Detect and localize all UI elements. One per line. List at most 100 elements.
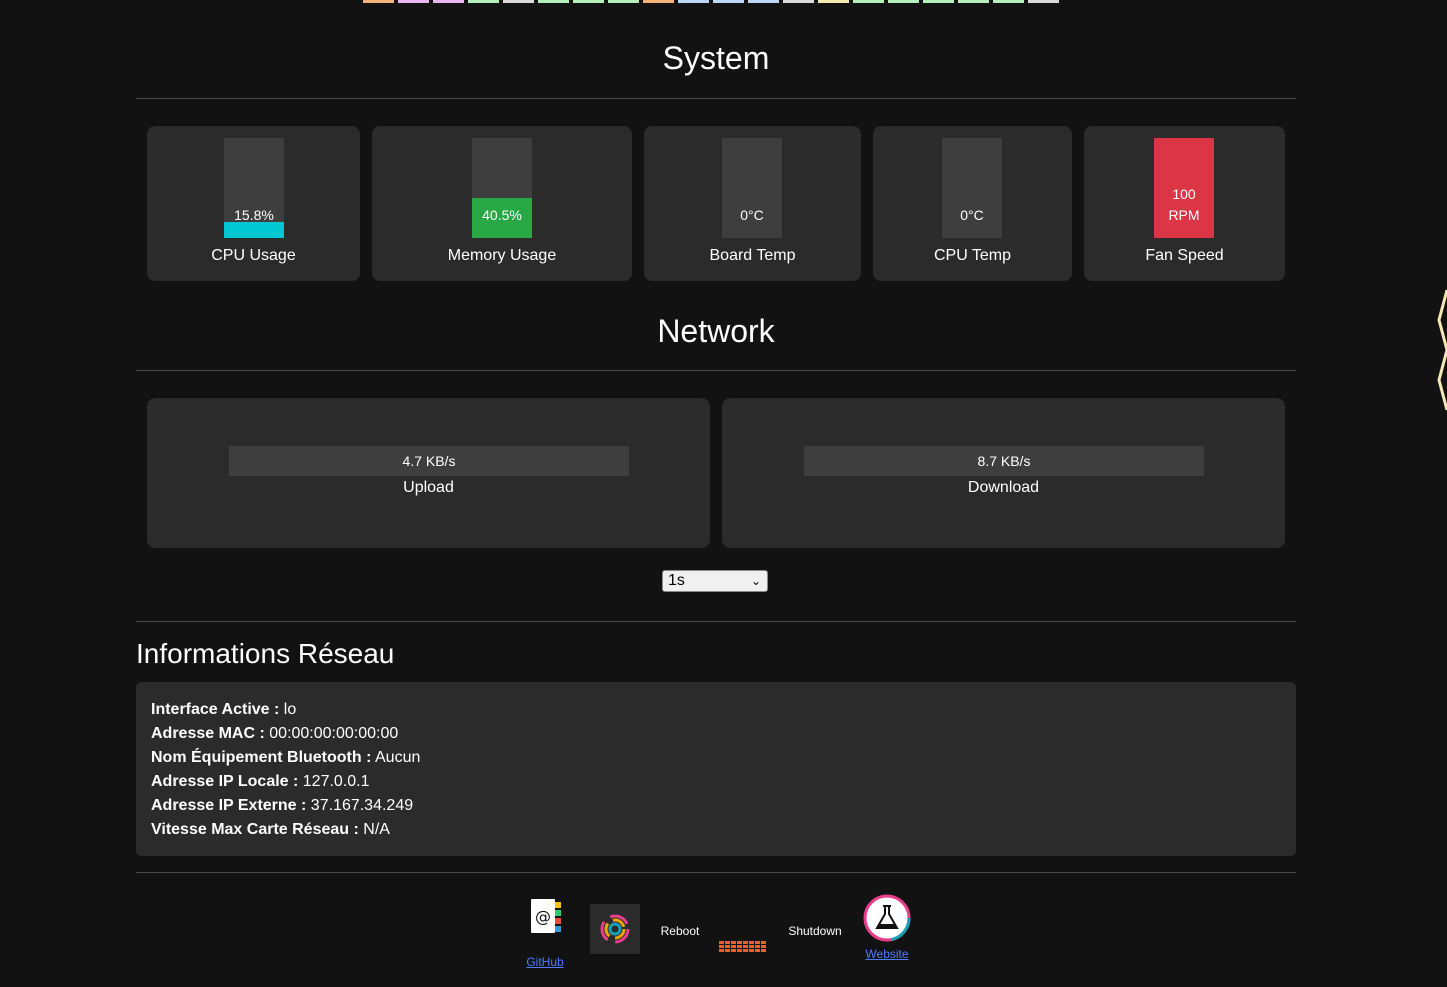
led-cell [737,945,742,948]
top-color-strip [363,0,1059,3]
fan-speed-value: 100 RPM [1154,184,1214,226]
cpu-temp-value: 0°C [960,207,984,223]
info-key: Adresse IP Externe : [151,797,307,814]
website-link[interactable]: Website [865,947,908,961]
strip-segment [748,0,779,3]
divider [136,98,1296,99]
memory-usage-gauge: 40.5% [472,138,532,238]
reboot-label: Reboot [660,924,700,938]
scrollbar[interactable] [1437,0,1447,987]
spinner-logo [590,904,640,954]
info-value: 37.167.34.249 [310,797,414,814]
info-value: lo [283,701,297,718]
led-cell [725,945,730,948]
led-cell [737,941,742,944]
fan-speed-number: 100 [1172,186,1196,202]
fan-speed-unit: RPM [1168,207,1200,223]
info-row-external-ip: Adresse IP Externe : 37.167.34.249 [151,794,1281,818]
strip-segment [783,0,814,3]
led-cell [725,941,730,944]
strip-segment [958,0,989,3]
website-link-item[interactable]: Website [862,894,912,961]
strip-segment [993,0,1024,3]
cpu-temp-label: CPU Temp [933,247,1012,264]
led-cell [731,949,736,952]
memory-usage-card: 40.5% Memory Usage [372,126,632,281]
info-key: Adresse MAC : [151,725,265,742]
reboot-button[interactable]: Reboot [654,924,706,938]
board-temp-label: Board Temp [709,247,796,264]
info-row-local-ip: Adresse IP Locale : 127.0.0.1 [151,770,1281,794]
strip-segment [853,0,884,3]
led-cell [755,945,760,948]
cpu-usage-gauge: 15.8% [224,138,284,238]
info-row-bluetooth: Nom Équipement Bluetooth : Aucun [151,746,1281,770]
strip-segment [713,0,744,3]
led-cell [743,941,748,944]
led-cell [749,949,754,952]
strip-segment [643,0,674,3]
info-value: 00:00:00:00:00:00 [269,725,399,742]
upload-value: 4.7 KB/s [402,453,456,469]
divider [136,872,1296,873]
memory-usage-label: Memory Usage [447,247,557,264]
strip-segment [678,0,709,3]
download-bar: 8.7 KB/s [804,446,1204,476]
upload-card: 4.7 KB/s Upload [147,398,710,548]
board-temp-gauge: 0°C [722,138,782,238]
led-cell [743,949,748,952]
led-grid-icon [719,940,767,954]
led-cell [755,941,760,944]
shutdown-button[interactable]: Shutdown [784,924,846,938]
fan-speed-card: 100 RPM Fan Speed [1084,126,1285,281]
cpu-usage-label: CPU Usage [211,247,296,264]
strip-segment [503,0,534,3]
network-title: Network [657,313,775,349]
download-card: 8.7 KB/s Download [722,398,1285,548]
info-key: Adresse IP Locale : [151,773,299,790]
flask-icon [863,894,911,942]
strip-segment [363,0,394,3]
cpu-usage-card: 15.8% CPU Usage [147,126,360,281]
strip-segment [573,0,604,3]
info-key: Vitesse Max Carte Réseau : [151,821,359,838]
interval-selected-value: 1s [668,572,685,589]
led-cell [755,949,760,952]
led-cell [737,949,742,952]
address-book-icon: @ [529,897,561,935]
strip-segment [398,0,429,3]
strip-segment [923,0,954,3]
fan-speed-gauge: 100 RPM [1154,138,1214,238]
strip-segment [1028,0,1059,3]
info-value: N/A [363,821,390,838]
cpu-usage-value: 15.8% [234,207,274,223]
info-row-interface: Interface Active : lo [151,698,1281,722]
board-temp-card: 0°C Board Temp [644,126,861,281]
info-value: Aucun [375,749,421,766]
spiral-logo-icon [600,914,630,944]
strip-segment [433,0,464,3]
github-link[interactable]: GitHub [526,955,563,969]
info-row-max-speed: Vitesse Max Carte Réseau : N/A [151,818,1281,842]
svg-text:@: @ [535,907,551,926]
led-grid-graphic [719,941,766,952]
strip-segment [538,0,569,3]
strip-segment [888,0,919,3]
interval-select[interactable]: 1s ⌄ [662,570,768,592]
led-cell [749,941,754,944]
divider [136,621,1296,622]
led-cell [743,945,748,948]
led-cell [731,945,736,948]
download-value: 8.7 KB/s [977,453,1031,469]
upload-label: Upload [403,479,454,496]
led-cell [761,945,766,948]
cpu-temp-card: 0°C CPU Temp [873,126,1072,281]
network-info-title: Informations Réseau [136,638,395,669]
github-link-item[interactable]: @ GitHub [520,896,570,969]
strip-segment [608,0,639,3]
info-key: Nom Équipement Bluetooth : [151,749,372,766]
board-temp-value: 0°C [740,207,764,223]
decorative-stripes-icon [1437,289,1447,411]
led-cell [719,949,724,952]
strip-segment [468,0,499,3]
